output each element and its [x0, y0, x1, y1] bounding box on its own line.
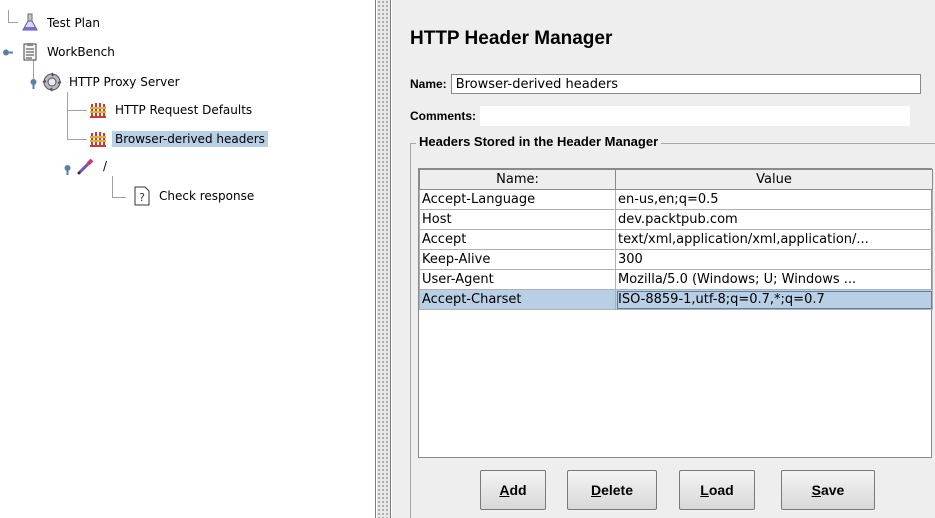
- delete-mnemonic: D: [590, 482, 602, 498]
- tree-connector: [67, 92, 68, 140]
- tree-node-label: Browser-derived headers: [112, 131, 268, 147]
- svg-text:?: ?: [139, 191, 145, 204]
- expand-handle-icon[interactable]: [2, 47, 13, 58]
- tree-node-http-request-defaults[interactable]: HTTP Request Defaults: [88, 99, 255, 121]
- tree-node-check-response[interactable]: ? Check response: [132, 185, 257, 207]
- tree-connector: [8, 22, 18, 23]
- add-label: dd: [509, 482, 527, 498]
- tree-node-test-plan[interactable]: Test Plan: [20, 12, 103, 34]
- header-name-cell[interactable]: Keep-Alive: [419, 249, 616, 270]
- add-mnemonic: A: [499, 482, 510, 498]
- tree-node-label: WorkBench: [47, 45, 115, 59]
- load-label: oad: [708, 482, 734, 498]
- comments-label: Comments:: [410, 109, 477, 123]
- tree-connector: [112, 176, 113, 197]
- column-header-name[interactable]: Name:: [419, 169, 616, 190]
- tree-node-sampler-root[interactable]: /: [76, 155, 110, 177]
- table-row-selected[interactable]: Accept-Charset ISO-8859-1,utf-8;q=0.7,*;q…: [419, 289, 933, 310]
- header-value-cell[interactable]: 300: [615, 249, 933, 270]
- table-row[interactable]: Keep-Alive 300: [419, 249, 933, 270]
- delete-button[interactable]: Delete: [567, 470, 657, 510]
- header-name-cell[interactable]: User-Agent: [419, 269, 616, 290]
- table-row[interactable]: Accept-Language en-us,en;q=0.5: [419, 189, 933, 210]
- header-value-cell[interactable]: en-us,en;q=0.5: [615, 189, 933, 210]
- add-button[interactable]: Add: [480, 470, 546, 510]
- clipboard-icon: [23, 43, 37, 61]
- tree-connector: [112, 197, 126, 198]
- save-button[interactable]: Save: [781, 470, 875, 510]
- tree-connector: [67, 110, 87, 111]
- load-mnemonic: L: [700, 482, 709, 498]
- tree-connector: [67, 139, 87, 140]
- pipette-icon: [77, 158, 94, 175]
- header-name-cell[interactable]: Accept-Charset: [419, 289, 616, 310]
- column-header-value[interactable]: Value: [615, 169, 933, 190]
- table-row[interactable]: Accept text/xml,application/xml,applicati…: [419, 229, 933, 250]
- header-name-cell[interactable]: Accept-Language: [419, 189, 616, 210]
- table-row[interactable]: User-Agent Mozilla/5.0 (Windows; U; Windo…: [419, 269, 933, 290]
- tool-icon: [90, 103, 106, 118]
- tool-icon: [90, 132, 106, 147]
- tree-node-workbench[interactable]: WorkBench: [20, 41, 118, 63]
- tree-node-label: /: [103, 159, 108, 173]
- header-name-cell[interactable]: Host: [419, 209, 616, 230]
- save-label: ave: [820, 482, 845, 498]
- assertion-icon: ?: [134, 186, 150, 206]
- tree-node-browser-derived-headers[interactable]: Browser-derived headers: [88, 128, 268, 150]
- expand-handle-icon[interactable]: [62, 164, 73, 175]
- table-row[interactable]: Host dev.packtpub.com: [419, 209, 933, 230]
- name-row: Name: Browser-derived headers: [410, 73, 921, 95]
- comments-field[interactable]: [480, 106, 911, 126]
- name-field[interactable]: Browser-derived headers: [450, 74, 921, 94]
- tree-connector: [8, 10, 9, 22]
- flask-icon: [22, 13, 38, 31]
- tree-node-label: Check response: [159, 189, 255, 203]
- header-value-cell[interactable]: dev.packtpub.com: [615, 209, 933, 230]
- header-manager-panel: HTTP Header Manager Name: Browser-derive…: [392, 0, 935, 518]
- delete-label: elete: [601, 482, 634, 498]
- tree-node-http-proxy-server[interactable]: HTTP Proxy Server: [42, 71, 183, 93]
- header-value-cell[interactable]: ISO-8859-1,utf-8;q=0.7,*;q=0.7: [615, 289, 933, 310]
- page-title: HTTP Header Manager: [410, 28, 613, 49]
- header-value-cell[interactable]: Mozilla/5.0 (Windows; U; Windows ...: [615, 269, 933, 290]
- test-plan-tree[interactable]: Test Plan WorkBench HTTP Proxy Server HT…: [0, 0, 376, 518]
- header-value-cell[interactable]: text/xml,application/xml,application/...: [615, 229, 933, 250]
- gear-icon: [42, 72, 62, 92]
- group-title: Headers Stored in the Header Manager: [416, 134, 662, 149]
- tree-node-label: Test Plan: [47, 16, 100, 30]
- table-header-row: Name: Value: [419, 169, 933, 190]
- load-button[interactable]: Load: [679, 470, 755, 510]
- save-mnemonic: S: [811, 482, 821, 498]
- header-name-cell[interactable]: Accept: [419, 229, 616, 250]
- comments-row: Comments:: [410, 105, 911, 127]
- split-pane-divider[interactable]: [377, 0, 391, 518]
- tree-node-label: HTTP Request Defaults: [115, 103, 253, 117]
- name-label: Name:: [410, 77, 447, 91]
- headers-table[interactable]: Name: Value Accept-Language en-us,en;q=0.…: [418, 168, 933, 458]
- expand-handle-icon[interactable]: [28, 78, 39, 89]
- tree-node-label: HTTP Proxy Server: [69, 75, 180, 89]
